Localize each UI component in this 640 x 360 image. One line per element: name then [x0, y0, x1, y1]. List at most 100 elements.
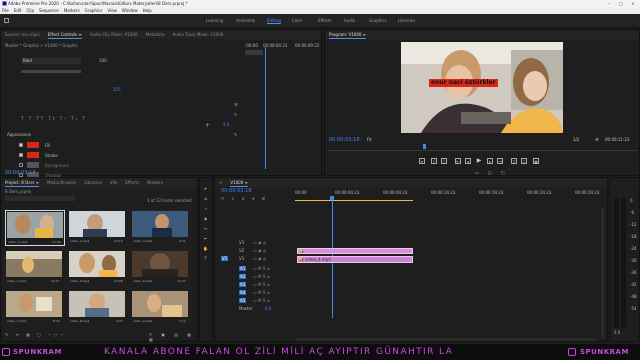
tab-timeline-sequence[interactable]: V1000 ≡ [230, 178, 248, 187]
effect-controls-timecode[interactable]: 00:00:03:18 [5, 170, 36, 176]
workspace-assembly[interactable]: Assembly [236, 18, 255, 23]
tracking-value[interactable]: 125 [113, 87, 121, 92]
pen-tool-icon[interactable]: ✒ [203, 236, 208, 241]
track-controls[interactable]: ▭ M S ◎ [253, 274, 270, 279]
track-select-icon[interactable]: ⇉ [203, 196, 208, 201]
timeline-vertical-scrollbar[interactable] [601, 208, 604, 338]
timeline-close-icon[interactable]: × [219, 178, 222, 187]
ripple-edit-icon[interactable]: ⊣ [203, 206, 208, 211]
add-marker-icon[interactable]: ▾ [419, 158, 425, 164]
workspace-graphics[interactable]: Graphics [369, 18, 387, 23]
menu-help[interactable]: Help [143, 7, 152, 14]
timeline-toolbar[interactable]: ⊓ ∩ ⊏ ▾ ⚒ [221, 196, 268, 201]
extra-controls[interactable]: ▭ ◫ ◰ [475, 170, 509, 175]
extract-icon[interactable]: ⇩ [521, 158, 527, 164]
project-bottom-toolbar[interactable]: ✎ ≡ ▦ ▢ ─○─ [5, 332, 66, 337]
font-style-dropdown[interactable]: Bold [21, 58, 81, 64]
background-checkbox[interactable] [19, 163, 23, 167]
step-forward-icon[interactable]: ▸ [487, 158, 493, 164]
fill-color-swatch[interactable] [27, 142, 39, 148]
track-label[interactable]: A2 [239, 274, 247, 279]
track-controls[interactable]: ▭ ◉ ◎ [253, 256, 266, 261]
tab-libraries[interactable]: Libraries [85, 178, 102, 187]
project-search-input[interactable] [5, 196, 75, 201]
program-scrubber[interactable] [329, 145, 637, 151]
clip-tile[interactable]: video_4.mp4 12:11 [5, 250, 65, 286]
tab-effect-controls[interactable]: Effect Controls ≡ [47, 30, 82, 39]
clip-tile[interactable]: video_1.mp4 12:00 [5, 210, 65, 246]
track-controls[interactable]: ▭ ◉ ◎ [253, 248, 266, 253]
go-to-in-icon[interactable]: ⇤ [455, 158, 461, 164]
lift-icon[interactable]: ⇧ [511, 158, 517, 164]
tab-program[interactable]: Program: V1000 ≡ [329, 30, 367, 39]
maximize-button[interactable]: □ [616, 0, 626, 7]
track-label[interactable]: A3 [239, 282, 247, 287]
tab-effects[interactable]: Effects [125, 178, 139, 187]
track-label[interactable]: A5 [239, 298, 247, 303]
program-timecode[interactable]: 00:00:03:18 [329, 137, 360, 143]
workspace-audio[interactable]: Audio [344, 18, 355, 23]
clip-tile[interactable]: video_2.mp4 14:19 [68, 210, 128, 246]
project-actions[interactable]: ⚲ ▣ ▤ ▦ ▩ [149, 332, 197, 342]
eyedropper-icon[interactable]: ✎ [234, 112, 237, 117]
minimize-button[interactable]: – [604, 0, 614, 7]
track-controls[interactable]: ▭ M S ◎ [253, 266, 270, 271]
font-size-slider[interactable] [21, 70, 81, 73]
hand-tool-icon[interactable]: ✋ [203, 246, 208, 251]
track-label[interactable]: V1 [239, 256, 244, 261]
workspace-libraries[interactable]: Libraries [398, 18, 415, 23]
close-button[interactable]: × [628, 0, 638, 7]
stroke-color-swatch[interactable] [27, 152, 39, 158]
track-controls[interactable]: ▭ M S ◎ [253, 290, 270, 295]
menu-markers[interactable]: Markers [64, 7, 80, 14]
background-color-swatch[interactable] [27, 162, 39, 168]
mark-out-icon[interactable]: } [441, 158, 447, 164]
effect-playhead[interactable] [265, 47, 266, 169]
stroke-checkbox[interactable] [19, 153, 23, 157]
tab-project[interactable]: Project: 8 Ders ≡ [5, 178, 40, 187]
tab-audio-clip-mixer[interactable]: Audio Clip Mixer: V1000 [90, 30, 138, 39]
track-label[interactable]: V2 [239, 248, 244, 253]
clip-tile[interactable]: video_5.mp4 23:08 [68, 250, 128, 286]
menu-window[interactable]: Window [122, 7, 138, 14]
title-overlay-text[interactable]: onur naci öztürkler [429, 79, 498, 87]
workspace-effects[interactable]: Effects [318, 18, 332, 23]
master-volume[interactable]: 0.0 [265, 306, 271, 311]
timeline-ruler[interactable]: 00:00 00:00:04:23 00:00:09:23 00:00:14:2… [295, 190, 607, 200]
program-playhead[interactable] [423, 144, 426, 149]
track-label[interactable]: V3 [239, 240, 244, 245]
selection-tool-icon[interactable]: ➤ [203, 186, 208, 191]
font-size-value[interactable]: 100 [99, 58, 107, 63]
stroke-width-value[interactable]: 4.0 [223, 122, 229, 127]
graphic-clip[interactable]: fx [297, 248, 413, 254]
settings-icon[interactable]: ⚒ [595, 137, 599, 142]
type-tool-icon[interactable]: T [203, 256, 208, 261]
clip-tile[interactable]: video_6.mp4 12:07 [131, 250, 191, 286]
menu-file[interactable]: File [2, 7, 9, 14]
slip-tool-icon[interactable]: ↔ [203, 226, 208, 231]
step-back-icon[interactable]: ◂ [465, 158, 471, 164]
fill-checkbox[interactable] [19, 143, 23, 147]
add-stroke-icon[interactable]: + [205, 122, 210, 129]
fit-dropdown[interactable]: Fit [367, 137, 372, 142]
track-controls[interactable]: ▭ M S ◎ [253, 282, 270, 287]
mark-in-icon[interactable]: { [431, 158, 437, 164]
track-label[interactable]: A1 [239, 266, 247, 271]
razor-tool-icon[interactable]: ◆ [203, 216, 208, 221]
home-icon[interactable] [4, 18, 9, 23]
play-icon[interactable]: ▶ [476, 158, 482, 164]
workspace-learning[interactable]: Learning [206, 18, 223, 23]
track-label[interactable]: A4 [239, 290, 247, 295]
tab-source[interactable]: Source: (no clips) [5, 30, 40, 39]
program-video-frame[interactable]: onur naci öztürkler [401, 42, 563, 133]
tab-markers[interactable]: Markers [147, 178, 163, 187]
tab-info[interactable]: Info [110, 178, 118, 187]
go-to-out-icon[interactable]: ⇥ [497, 158, 503, 164]
menu-clip[interactable]: Clip [26, 7, 34, 14]
clip-tile[interactable]: video_9.mp4 7:12 [131, 290, 191, 326]
clip-tile[interactable]: video_3.mp4 9:21 [131, 210, 191, 246]
video-clip[interactable]: fx video_4.mp4 [297, 256, 413, 263]
workspace-editing[interactable]: Editing [267, 18, 281, 24]
meter-solo-buttons[interactable]: S S [614, 330, 620, 335]
clip-tile[interactable]: video_7.mp4 8:22 [5, 290, 65, 326]
